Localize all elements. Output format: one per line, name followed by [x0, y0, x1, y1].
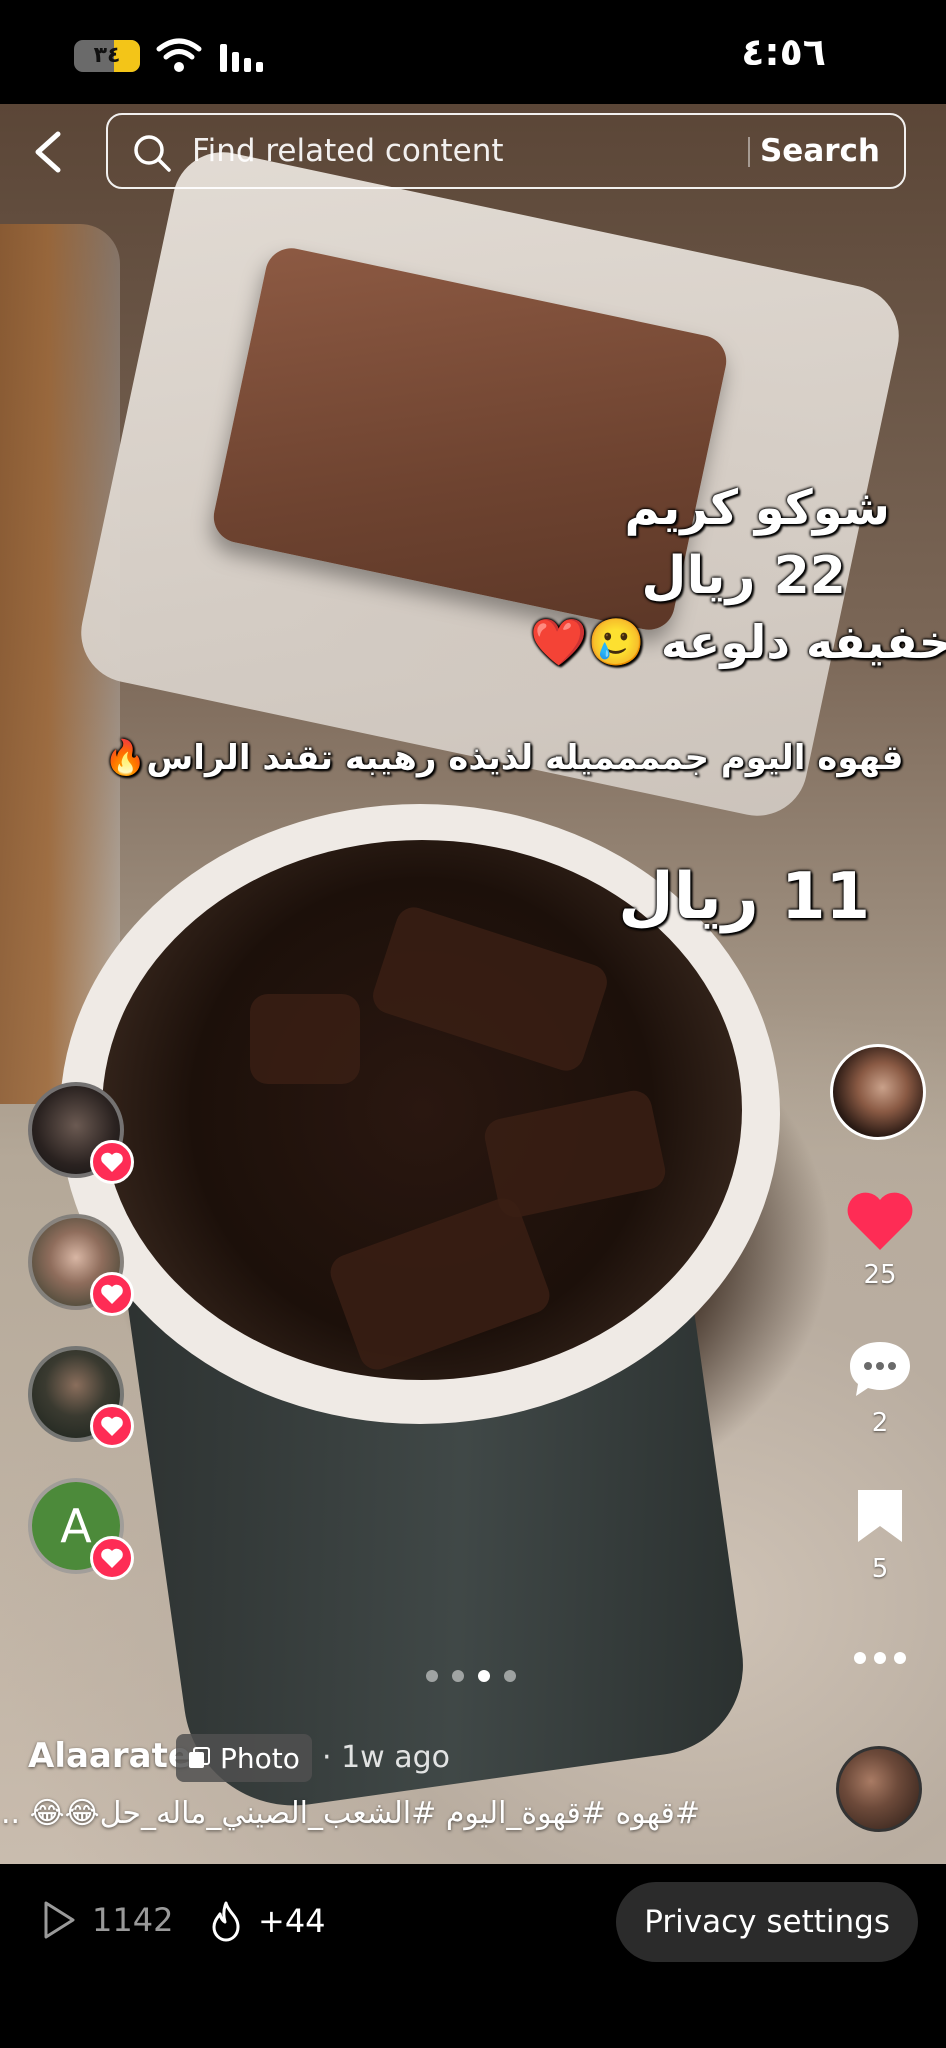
view-count-value: 1142 [92, 1901, 174, 1939]
like-count: 25 [863, 1260, 897, 1290]
bookmark-count: 5 [871, 1554, 889, 1584]
original-sound-avatar[interactable] [836, 1746, 922, 1832]
comment-bubble-icon [850, 1342, 910, 1396]
carousel-dot [504, 1670, 516, 1682]
creator-avatar[interactable] [830, 1044, 926, 1140]
view-count: 1142 [42, 1900, 173, 1940]
related-search-bar[interactable]: Find related content Search [106, 113, 906, 189]
heart-icon [847, 1192, 913, 1250]
post-photo[interactable] [0, 104, 946, 1864]
tiktok-photo-screen: ٣٤ ٤:٥٦ Find related content Search شوكو… [0, 0, 946, 2048]
bottom-bar: 1142 +44 Privacy settings [0, 1864, 946, 2048]
liker-avatar[interactable]: A [28, 1478, 134, 1580]
photo-badge-label: Photo [220, 1741, 300, 1775]
battery-icon: ٣٤ [74, 40, 140, 72]
carousel-dot-active [478, 1670, 490, 1682]
carousel-dot [426, 1670, 438, 1682]
search-divider [748, 137, 750, 167]
carousel-indicator [426, 1670, 516, 1682]
like-button[interactable]: 25 [840, 1190, 920, 1290]
boost-value: +44 [258, 1902, 326, 1940]
liker-avatar[interactable] [28, 1214, 134, 1316]
overlay-text-price: 22 ريال [641, 546, 846, 606]
search-button[interactable]: Search [760, 115, 880, 187]
flame-icon [212, 1901, 240, 1942]
comment-button[interactable]: 2 [840, 1338, 920, 1438]
status-time: ٤:٥٦ [741, 30, 826, 74]
battery-level: ٣٤ [93, 43, 121, 68]
liker-avatar[interactable] [28, 1346, 134, 1448]
bookmark-button[interactable]: 5 [840, 1486, 920, 1584]
privacy-settings-button[interactable]: Privacy settings [616, 1882, 918, 1962]
photo-icon [189, 1747, 210, 1768]
cellular-signal-icon [220, 44, 263, 72]
search-icon [134, 135, 171, 172]
bookmark-icon [858, 1490, 902, 1542]
boost-button[interactable]: +44 [210, 1900, 326, 1942]
photo-badge: Photo [176, 1734, 312, 1782]
heart-icon [90, 1272, 134, 1316]
overlay-text-note: خفيفه دلوعه 🥲❤️ [530, 615, 946, 669]
wifi-icon [156, 38, 202, 72]
heart-icon [90, 1536, 134, 1580]
photo-decor [60, 804, 780, 1824]
liker-avatar[interactable] [28, 1082, 134, 1184]
back-arrow-icon[interactable] [30, 130, 70, 174]
overlay-text-review: قهوه اليوم جمممميله لذيذه رهيبه تقند الر… [104, 738, 904, 778]
more-options-icon[interactable] [852, 1650, 908, 1666]
play-icon [44, 1901, 75, 1939]
post-time: · 1w ago [322, 1740, 451, 1775]
heart-icon [90, 1404, 134, 1448]
overlay-text-item: شوكو كريم [624, 480, 890, 536]
post-caption[interactable]: #قهوه #قهوة_اليوم #الشعب_الصيني_ماله_حل😂… [0, 1796, 700, 1831]
status-bar: ٣٤ ٤:٥٦ [0, 0, 946, 104]
search-placeholder[interactable]: Find related content [192, 115, 504, 187]
author-name[interactable]: Alaarate [28, 1736, 191, 1776]
heart-icon [90, 1140, 134, 1184]
carousel-dot [452, 1670, 464, 1682]
overlay-text-price-coffee: 11 ريال [618, 860, 870, 934]
comment-count: 2 [871, 1408, 889, 1438]
